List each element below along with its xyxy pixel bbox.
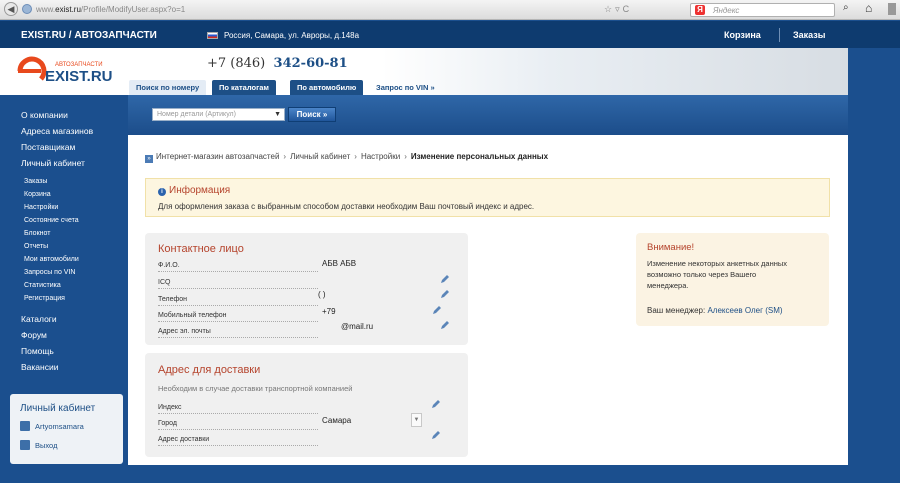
sidebar-sub-my-cars[interactable]: Мои автомобили — [24, 256, 79, 263]
field-name-value[interactable]: АБВ АБВ — [322, 259, 356, 268]
manager-info: Ваш менеджер: Алексеев Олег (SM) — [647, 306, 783, 315]
info-title: i Информация — [158, 185, 230, 196]
breadcrumb-icon: » — [145, 155, 153, 163]
edit-pencil-icon[interactable] — [431, 399, 441, 409]
field-postcode: Индекс — [158, 404, 318, 414]
edit-pencil-icon[interactable] — [431, 430, 441, 440]
info-text: Для оформления заказа с выбранным способ… — [158, 202, 535, 211]
cabinet-box: Личный кабинет Artyomsamara Выход — [10, 394, 123, 464]
breadcrumb-settings[interactable]: Настройки — [361, 152, 400, 161]
sidebar-sub-orders[interactable]: Заказы — [24, 178, 47, 185]
info-box: i Информация Для оформления заказа с выбр… — [145, 178, 830, 217]
search-button[interactable]: Поиск » — [288, 107, 336, 122]
part-number-select[interactable]: Номер детали (Артикул) ▼ — [152, 108, 285, 121]
yandex-icon: Я — [695, 5, 705, 15]
bookmark-star-icon[interactable]: ☆▿C — [604, 4, 632, 15]
sidebar-item-forum[interactable]: Форум — [21, 330, 47, 340]
divider — [779, 28, 780, 42]
sidebar-sub-statistics[interactable]: Статистика — [24, 282, 61, 289]
edit-pencil-icon[interactable] — [440, 274, 450, 284]
page-bottom — [128, 465, 848, 483]
breadcrumb-current: Изменение персональных данных — [410, 152, 549, 161]
cart-link[interactable]: Корзина — [724, 30, 761, 40]
attention-box: Внимание! Изменение некоторых анкетных д… — [636, 233, 829, 326]
attention-line: менеджера. — [647, 281, 689, 290]
tab-catalogs[interactable]: По каталогам — [212, 80, 276, 95]
field-city: Город — [158, 420, 318, 430]
logo-text: EXIST.RU — [45, 68, 113, 85]
delivery-note: Необходим в случае доставки транспортной… — [158, 384, 353, 393]
browser-search-input[interactable]: Я Яндекс — [690, 3, 835, 17]
tab-by-car[interactable]: По автомобилю — [290, 80, 364, 95]
edit-pencil-icon[interactable] — [440, 320, 450, 330]
contact-panel: Контактное лицо Ф.И.О. АБВ АБВ ICQ Телеф… — [145, 233, 468, 345]
cabinet-title: Личный кабинет — [20, 403, 96, 414]
field-phone-value[interactable]: ( ) — [318, 290, 326, 299]
attention-line: Изменение некоторых анкетных данных — [647, 259, 788, 268]
logout-icon — [20, 440, 30, 450]
field-phone: Телефон — [158, 296, 318, 306]
field-city-value[interactable]: Самара — [322, 416, 351, 425]
brand-title[interactable]: EXIST.RU / АВТОЗАПЧАСТИ — [21, 30, 157, 41]
chevron-down-icon: ▼ — [274, 111, 281, 118]
sidebar-sub-notepad[interactable]: Блокнот — [24, 230, 50, 237]
address-bar[interactable]: www.exist.ru/Profile/ModifyUser.aspx?o=1 — [36, 5, 185, 14]
field-icq: ICQ — [158, 279, 318, 289]
store-address[interactable]: Россия, Самара, ул. Авроры, д.148а — [224, 31, 359, 40]
user-icon — [20, 421, 30, 431]
tab-search-by-number[interactable]: Поиск по номеру — [129, 80, 207, 95]
edit-pencil-icon[interactable] — [440, 289, 450, 299]
sidebar-sub-cart[interactable]: Корзина — [24, 191, 51, 198]
delivery-panel: Адрес для доставки Необходим в случае до… — [145, 353, 468, 457]
sidebar-item-vacancies[interactable]: Вакансии — [21, 362, 58, 372]
back-icon[interactable]: ◀ — [4, 2, 18, 16]
scrollbar[interactable] — [888, 3, 896, 15]
breadcrumb-cabinet[interactable]: Личный кабинет — [290, 152, 350, 161]
chevron-down-icon: ▼ — [413, 417, 420, 423]
sidebar-sub-registration[interactable]: Регистрация — [24, 295, 65, 302]
delivery-title: Адрес для доставки — [158, 364, 261, 376]
attention-title: Внимание! — [647, 242, 695, 253]
sidebar-sub-balance[interactable]: Состояние счета — [24, 217, 79, 224]
breadcrumb-shop[interactable]: Интернет-магазин автозапчастей — [156, 152, 279, 161]
city-dropdown[interactable]: ▼ — [411, 413, 422, 427]
field-email: Адрес эл. почты — [158, 328, 318, 338]
russia-flag-icon — [207, 32, 218, 39]
attention-line: возможно только через Вашего — [647, 270, 757, 279]
top-bar: EXIST.RU / АВТОЗАПЧАСТИ Россия, Самара, … — [0, 21, 900, 48]
info-icon: i — [158, 188, 166, 196]
sidebar-sub-reports[interactable]: Отчеты — [24, 243, 48, 250]
sidebar-item-cabinet[interactable]: Личный кабинет — [21, 158, 85, 168]
edit-pencil-icon[interactable] — [432, 305, 442, 315]
manager-link[interactable]: Алексеев Олег (SM) — [707, 306, 782, 315]
sidebar-sub-vin-requests[interactable]: Запросы по VIN — [24, 269, 75, 276]
sidebar-item-help[interactable]: Помощь — [21, 346, 54, 356]
breadcrumb: » Интернет-магазин автозапчастей › Личный к… — [145, 152, 548, 163]
field-email-value[interactable]: @mail.ru — [341, 322, 373, 331]
search-icon[interactable]: ⌕ — [843, 2, 849, 13]
orders-link[interactable]: Заказы — [793, 30, 825, 40]
field-mobile: Мобильный телефон — [158, 312, 318, 322]
browser-bar: ◀ www.exist.ru/Profile/ModifyUser.aspx?o… — [0, 0, 900, 20]
field-delivery-address: Адрес доставки — [158, 436, 318, 446]
sidebar-item-stores[interactable]: Адреса магазинов — [21, 126, 93, 136]
phone-number: +7 (846) 342-60-81 — [207, 56, 348, 71]
sidebar-item-suppliers[interactable]: Поставщикам — [21, 142, 75, 152]
field-name: Ф.И.О. — [158, 262, 318, 272]
home-icon[interactable]: ⌂ — [865, 1, 872, 15]
sidebar-item-about[interactable]: О компании — [21, 110, 68, 120]
exist-logo[interactable]: АВТОЗАПЧАСТИ EXIST.RU — [15, 54, 125, 88]
sidebar-sub-settings[interactable]: Настройки — [24, 204, 58, 211]
contact-title: Контактное лицо — [158, 243, 244, 255]
field-mobile-value[interactable]: +79 — [322, 307, 336, 316]
sidebar-item-catalogs[interactable]: Каталоги — [21, 314, 57, 324]
tab-vin-request[interactable]: Запрос по VIN » — [369, 80, 442, 95]
globe-icon — [22, 4, 32, 14]
